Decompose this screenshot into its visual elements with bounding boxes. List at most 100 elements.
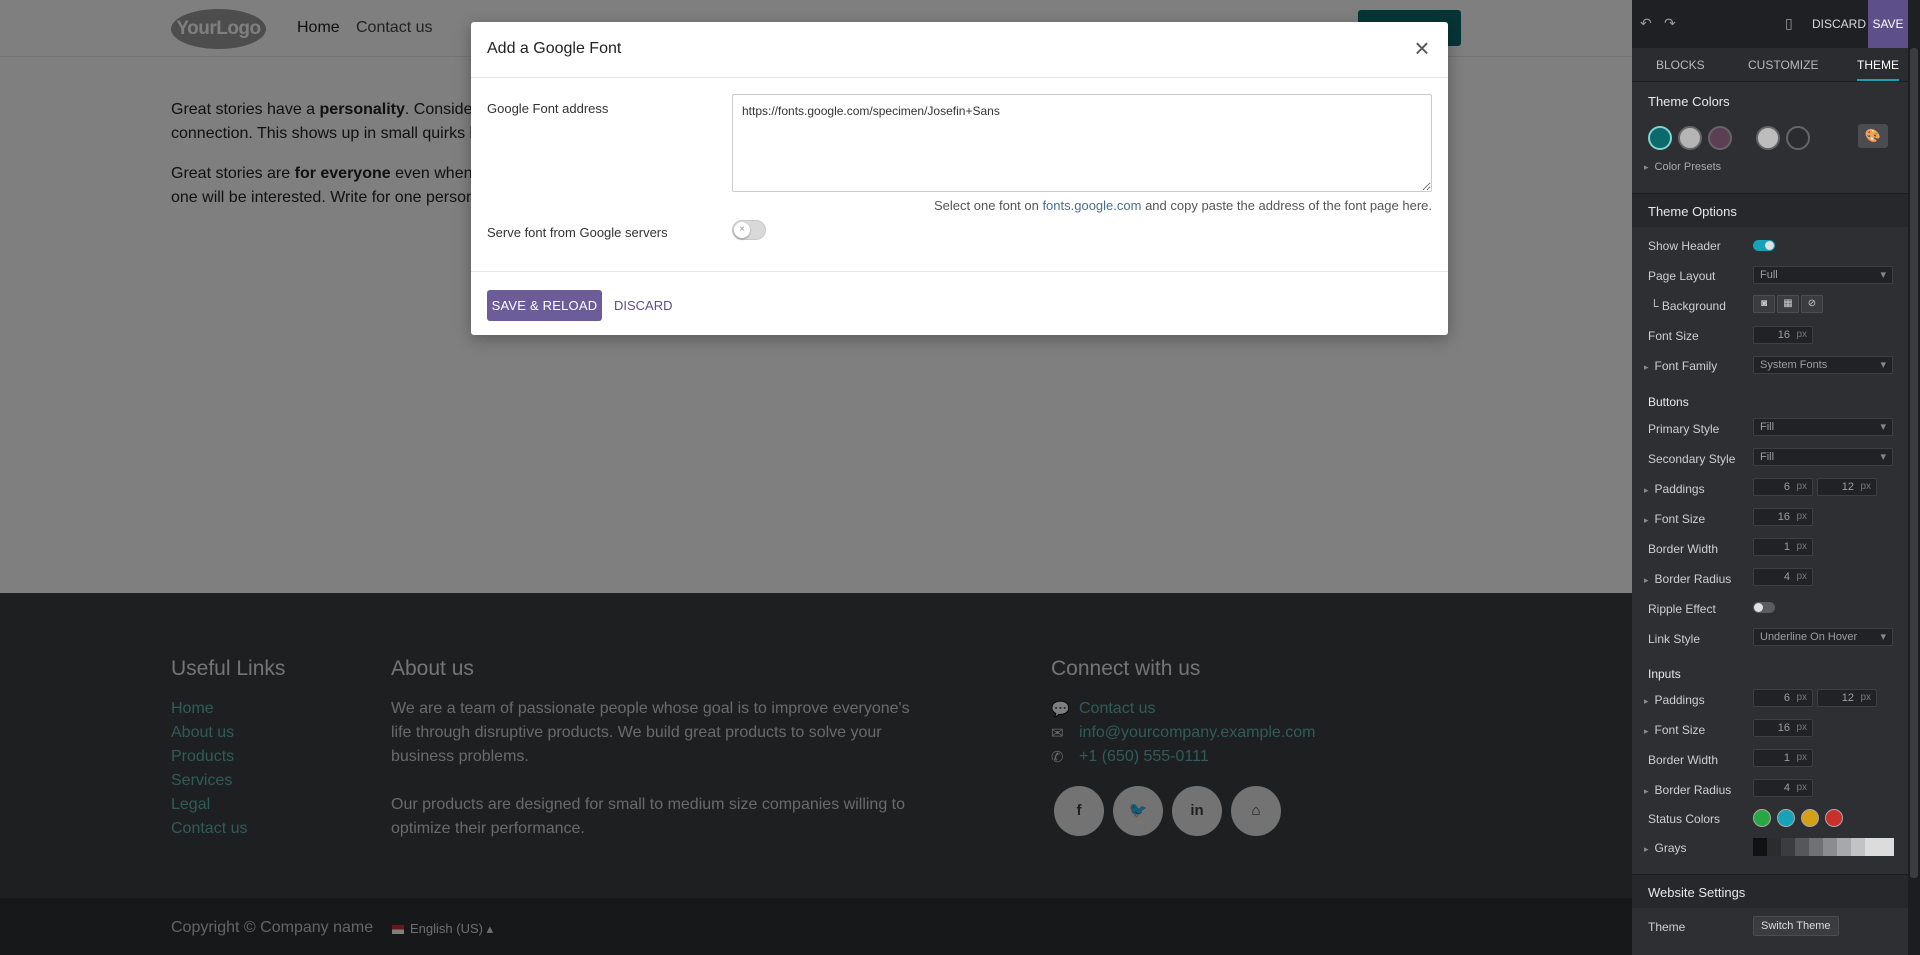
caret-right-icon: ▸ xyxy=(1644,162,1649,172)
secondary-style-label: Secondary Style xyxy=(1648,452,1736,466)
status-color-warning[interactable] xyxy=(1801,809,1819,827)
scrollbar-thumb[interactable] xyxy=(1910,48,1918,878)
button-font-size-label: ▸ Font Size xyxy=(1644,512,1706,526)
editor-discard-button[interactable]: DISCARD xyxy=(1812,17,1866,31)
theme-color-swatch-5[interactable] xyxy=(1786,126,1810,150)
mobile-preview-icon[interactable]: ▯ xyxy=(1785,15,1793,32)
theme-color-swatch-1[interactable] xyxy=(1648,126,1672,150)
panel-scrollbar[interactable] xyxy=(1908,48,1920,955)
button-font-size-input[interactable]: 16 px xyxy=(1753,508,1813,526)
link-style-label: Link Style xyxy=(1648,632,1701,646)
serve-font-toggle[interactable]: × xyxy=(732,220,766,240)
caret-right-icon: ▸ xyxy=(1644,575,1649,585)
add-google-font-dialog: Add a Google Font × Google Font address … xyxy=(471,22,1448,335)
background-label: └ Background xyxy=(1650,299,1726,313)
show-header-label: Show Header xyxy=(1648,239,1721,253)
tab-theme[interactable]: THEME xyxy=(1857,58,1899,81)
primary-style-select[interactable]: Fill xyxy=(1753,418,1893,436)
no-background-icon[interactable]: ⊘ xyxy=(1801,295,1823,313)
gray-swatch-6[interactable] xyxy=(1823,838,1837,856)
camera-icon[interactable]: ◙ xyxy=(1753,295,1775,313)
input-font-size-label: ▸ Font Size xyxy=(1644,723,1706,737)
theme-color-swatch-4[interactable] xyxy=(1756,126,1780,150)
theme-color-swatch-2[interactable] xyxy=(1678,126,1702,150)
font-family-label: ▸ Font Family xyxy=(1644,359,1718,373)
save-reload-button[interactable]: SAVE & RELOAD xyxy=(487,290,602,321)
button-padding-y-input[interactable]: 6 px xyxy=(1753,478,1813,496)
inputs-section-title: Inputs xyxy=(1648,667,1681,681)
modal-header: Add a Google Font × xyxy=(471,22,1448,78)
button-border-width-label: Border Width xyxy=(1648,542,1719,556)
input-paddings-label: ▸ Paddings xyxy=(1644,693,1705,707)
caret-right-icon: ▸ xyxy=(1644,786,1649,796)
grays-label: ▸ Grays xyxy=(1644,841,1687,855)
secondary-style-select[interactable]: Fill xyxy=(1753,448,1893,466)
toggle-off-icon: × xyxy=(734,222,750,238)
toggle-knob xyxy=(1765,241,1774,250)
caret-right-icon: ▸ xyxy=(1644,515,1649,525)
page-layout-label: Page Layout xyxy=(1648,269,1716,283)
gray-swatch-2[interactable] xyxy=(1767,838,1781,856)
font-address-input[interactable] xyxy=(732,94,1432,192)
input-border-radius-input[interactable]: 4 px xyxy=(1753,779,1813,797)
discard-button[interactable]: DISCARD xyxy=(614,298,673,313)
gray-swatch-1[interactable] xyxy=(1753,838,1767,856)
input-border-width-input[interactable]: 1 px xyxy=(1753,749,1813,767)
toggle-knob xyxy=(1754,603,1763,612)
input-padding-x-input[interactable]: 12 px xyxy=(1817,689,1877,707)
tab-blocks[interactable]: BLOCKS xyxy=(1656,58,1705,72)
gray-swatch-4[interactable] xyxy=(1795,838,1809,856)
page-layout-select[interactable]: Full xyxy=(1753,266,1893,284)
status-color-info[interactable] xyxy=(1777,809,1795,827)
redo-icon[interactable]: ↷ xyxy=(1664,15,1676,32)
input-border-width-label: Border Width xyxy=(1648,753,1719,767)
editor-save-button[interactable]: SAVE xyxy=(1868,0,1908,48)
google-fonts-link[interactable]: fonts.google.com xyxy=(1042,198,1141,213)
color-presets-toggle[interactable]: ▸ Color Presets xyxy=(1644,161,1721,173)
ripple-effect-label: Ripple Effect xyxy=(1648,602,1716,616)
show-header-toggle[interactable] xyxy=(1753,240,1775,251)
link-style-select[interactable]: Underline On Hover xyxy=(1753,628,1893,646)
input-font-size-input[interactable]: 16 px xyxy=(1753,719,1813,737)
theme-colors-title: Theme Colors xyxy=(1648,94,1730,109)
theme-color-swatch-3[interactable] xyxy=(1708,126,1732,150)
font-address-help: Select one font on fonts.google.com and … xyxy=(934,198,1432,213)
button-border-radius-input[interactable]: 4 px xyxy=(1753,568,1813,586)
gray-swatch-3[interactable] xyxy=(1781,838,1795,856)
gray-swatch-9[interactable] xyxy=(1865,838,1894,856)
serve-font-label: Serve font from Google servers xyxy=(487,225,668,240)
website-settings-title: Website Settings xyxy=(1648,885,1746,900)
caret-right-icon: ▸ xyxy=(1644,844,1649,854)
website-preview: YourLogo Home Contact us Great stories h… xyxy=(0,0,1632,955)
gray-swatch-5[interactable] xyxy=(1809,838,1823,856)
button-padding-x-input[interactable]: 12 px xyxy=(1817,478,1877,496)
close-icon[interactable]: × xyxy=(1408,34,1436,62)
font-size-label: Font Size xyxy=(1648,329,1699,343)
undo-icon[interactable]: ↶ xyxy=(1640,15,1652,32)
button-paddings-label: ▸ Paddings xyxy=(1644,482,1705,496)
button-border-width-input[interactable]: 1 px xyxy=(1753,538,1813,556)
editor-panel: ↶ ↷ ▯ DISCARD SAVE BLOCKS CUSTOMIZE THEM… xyxy=(1632,0,1920,955)
editor-tabs: BLOCKS CUSTOMIZE THEME xyxy=(1632,48,1908,82)
input-padding-y-input[interactable]: 6 px xyxy=(1753,689,1813,707)
primary-style-label: Primary Style xyxy=(1648,422,1720,436)
button-border-radius-label: ▸ Border Radius xyxy=(1644,572,1732,586)
caret-right-icon: ▸ xyxy=(1644,696,1649,706)
buttons-section-title: Buttons xyxy=(1648,395,1689,409)
status-color-success[interactable] xyxy=(1753,809,1771,827)
tab-customize[interactable]: CUSTOMIZE xyxy=(1748,58,1818,72)
gray-swatch-7[interactable] xyxy=(1837,838,1851,856)
theme-options-title: Theme Options xyxy=(1648,204,1737,219)
gray-swatch-8[interactable] xyxy=(1851,838,1865,856)
caret-right-icon: ▸ xyxy=(1644,362,1649,372)
font-family-select[interactable]: System Fonts xyxy=(1753,356,1893,374)
font-size-input[interactable]: 16 px xyxy=(1753,326,1813,344)
ripple-effect-toggle[interactable] xyxy=(1753,602,1775,613)
theme-label: Theme xyxy=(1648,920,1686,934)
pattern-icon[interactable]: ▦ xyxy=(1777,295,1799,313)
switch-theme-button[interactable]: Switch Theme xyxy=(1753,916,1839,936)
status-colors-label: Status Colors xyxy=(1648,812,1721,826)
status-color-danger[interactable] xyxy=(1825,809,1843,827)
input-border-radius-label: ▸ Border Radius xyxy=(1644,783,1732,797)
palette-icon[interactable]: 🎨 xyxy=(1858,124,1888,148)
